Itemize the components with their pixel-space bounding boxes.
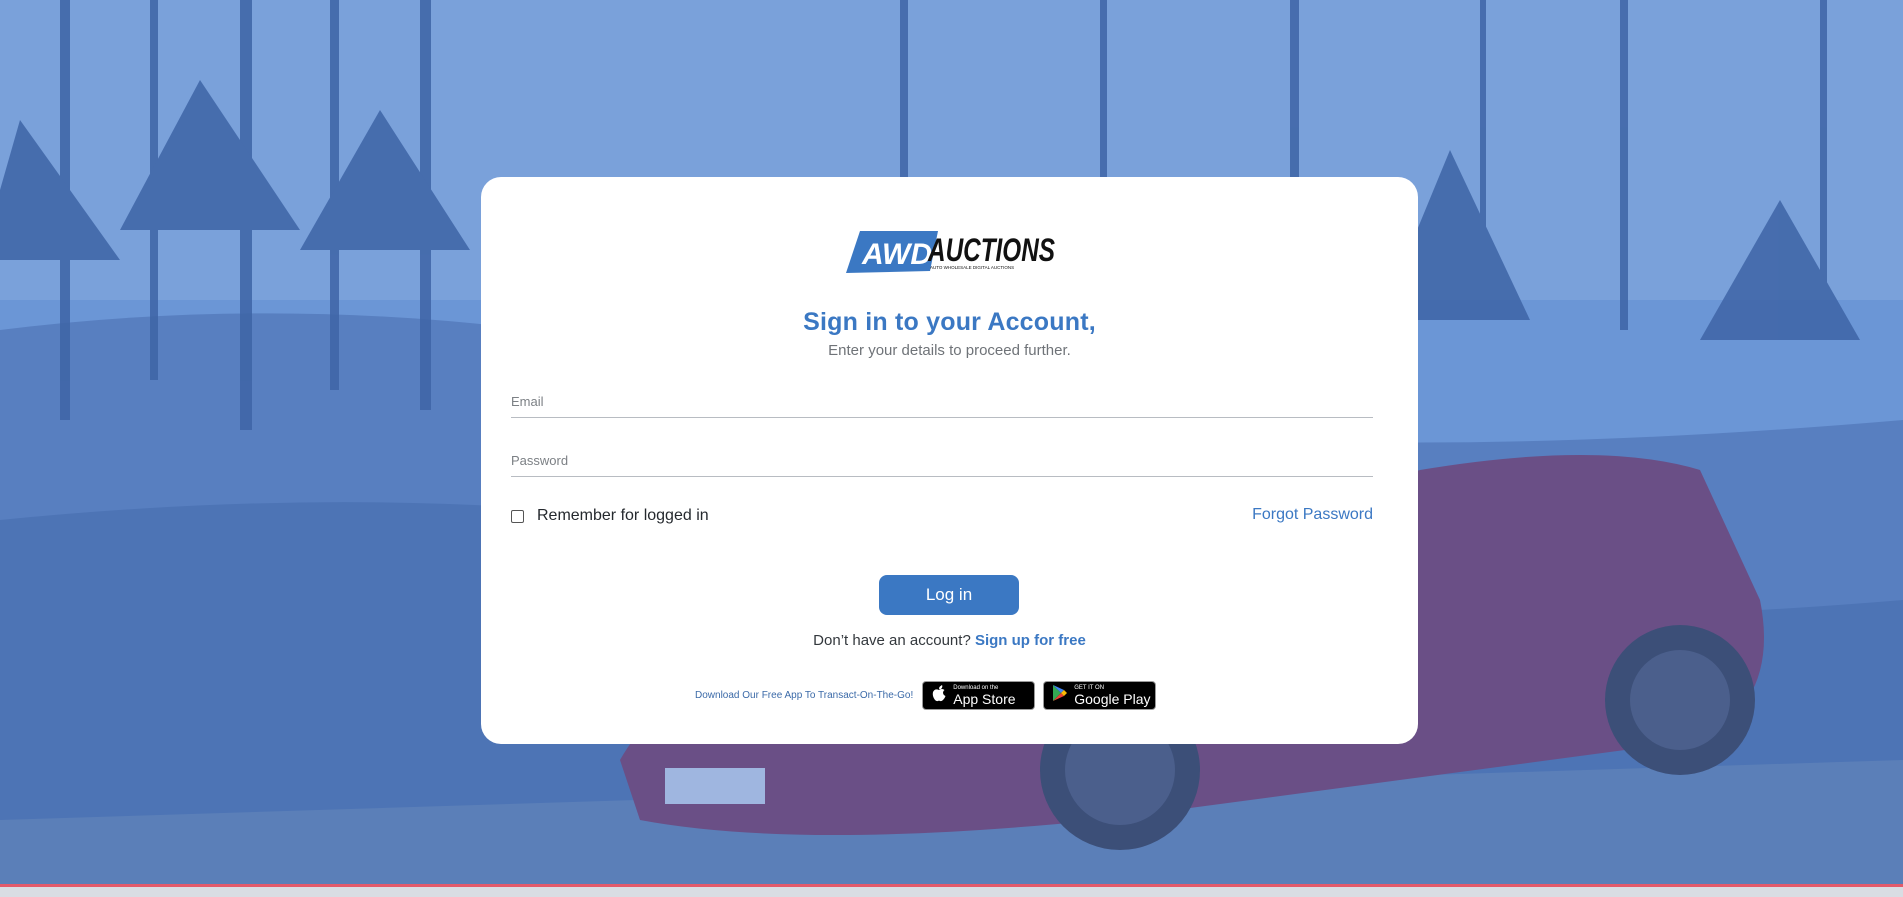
taskbar-strip [0,884,1903,897]
password-input[interactable] [511,446,1373,474]
email-field-wrapper [511,387,1373,418]
svg-text:AUTO WHOLESALE DIGITAL AUCTION: AUTO WHOLESALE DIGITAL AUCTIONS [930,265,1014,270]
signup-link[interactable]: Sign up for free [975,632,1086,649]
app-download-row: Download Our Free App To Transact-On-The… [695,680,1157,710]
remember-label: Remember for logged in [537,507,709,524]
google-play-badge[interactable]: GET IT ON Google Play [1043,680,1157,710]
remember-row: Remember for logged in [511,506,709,526]
page-title: Sign in to your Account, [803,308,1096,336]
svg-text:AUCTIONS: AUCTIONS [927,232,1055,268]
app-store-big-text: App Store [953,690,1016,707]
remember-checkbox[interactable] [511,509,524,523]
email-input[interactable] [511,387,1373,415]
download-text: Download Our Free App To Transact-On-The… [695,689,914,701]
svg-text:AWD: AWD [861,238,932,271]
google-play-icon [1052,684,1068,707]
apple-icon [931,684,947,707]
signup-prompt: Don’t have an account? Sign up for free [481,632,1418,649]
no-account-text: Don’t have an account? [813,632,971,649]
awd-auctions-logo: AWD AUCTIONS AUTO WHOLESALE DIGITAL AUCT… [844,227,1058,277]
app-store-badge[interactable]: Download on the App Store [922,680,1036,710]
forgot-password-link[interactable]: Forgot Password [1252,506,1373,524]
password-field-wrapper [511,446,1373,477]
login-card: AWD AUCTIONS AUTO WHOLESALE DIGITAL AUCT… [481,177,1418,744]
google-play-big-text: Google Play [1074,690,1151,707]
page-subtitle: Enter your details to proceed further. [828,342,1071,359]
login-button[interactable]: Log in [879,575,1019,615]
